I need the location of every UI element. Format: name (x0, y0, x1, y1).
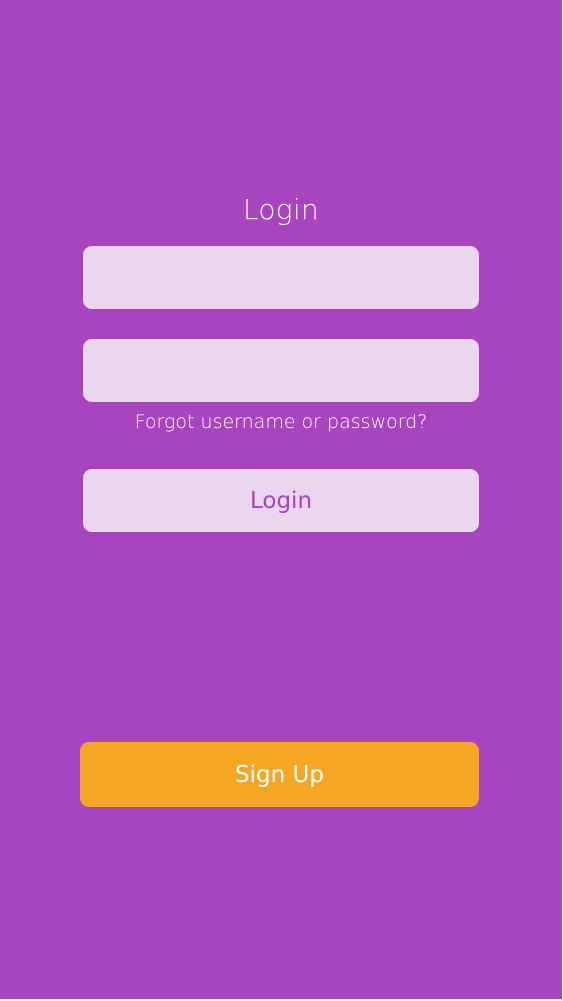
page-title: Login (242, 193, 320, 226)
forgot-credentials-link[interactable]: Forgot username or password? (0, 411, 562, 433)
login-screen: Login Forgot username or password? Login… (0, 0, 562, 999)
username-field[interactable] (83, 246, 479, 309)
login-button[interactable]: Login (83, 469, 479, 532)
signup-button[interactable]: Sign Up (80, 742, 479, 807)
password-field[interactable] (83, 339, 479, 402)
